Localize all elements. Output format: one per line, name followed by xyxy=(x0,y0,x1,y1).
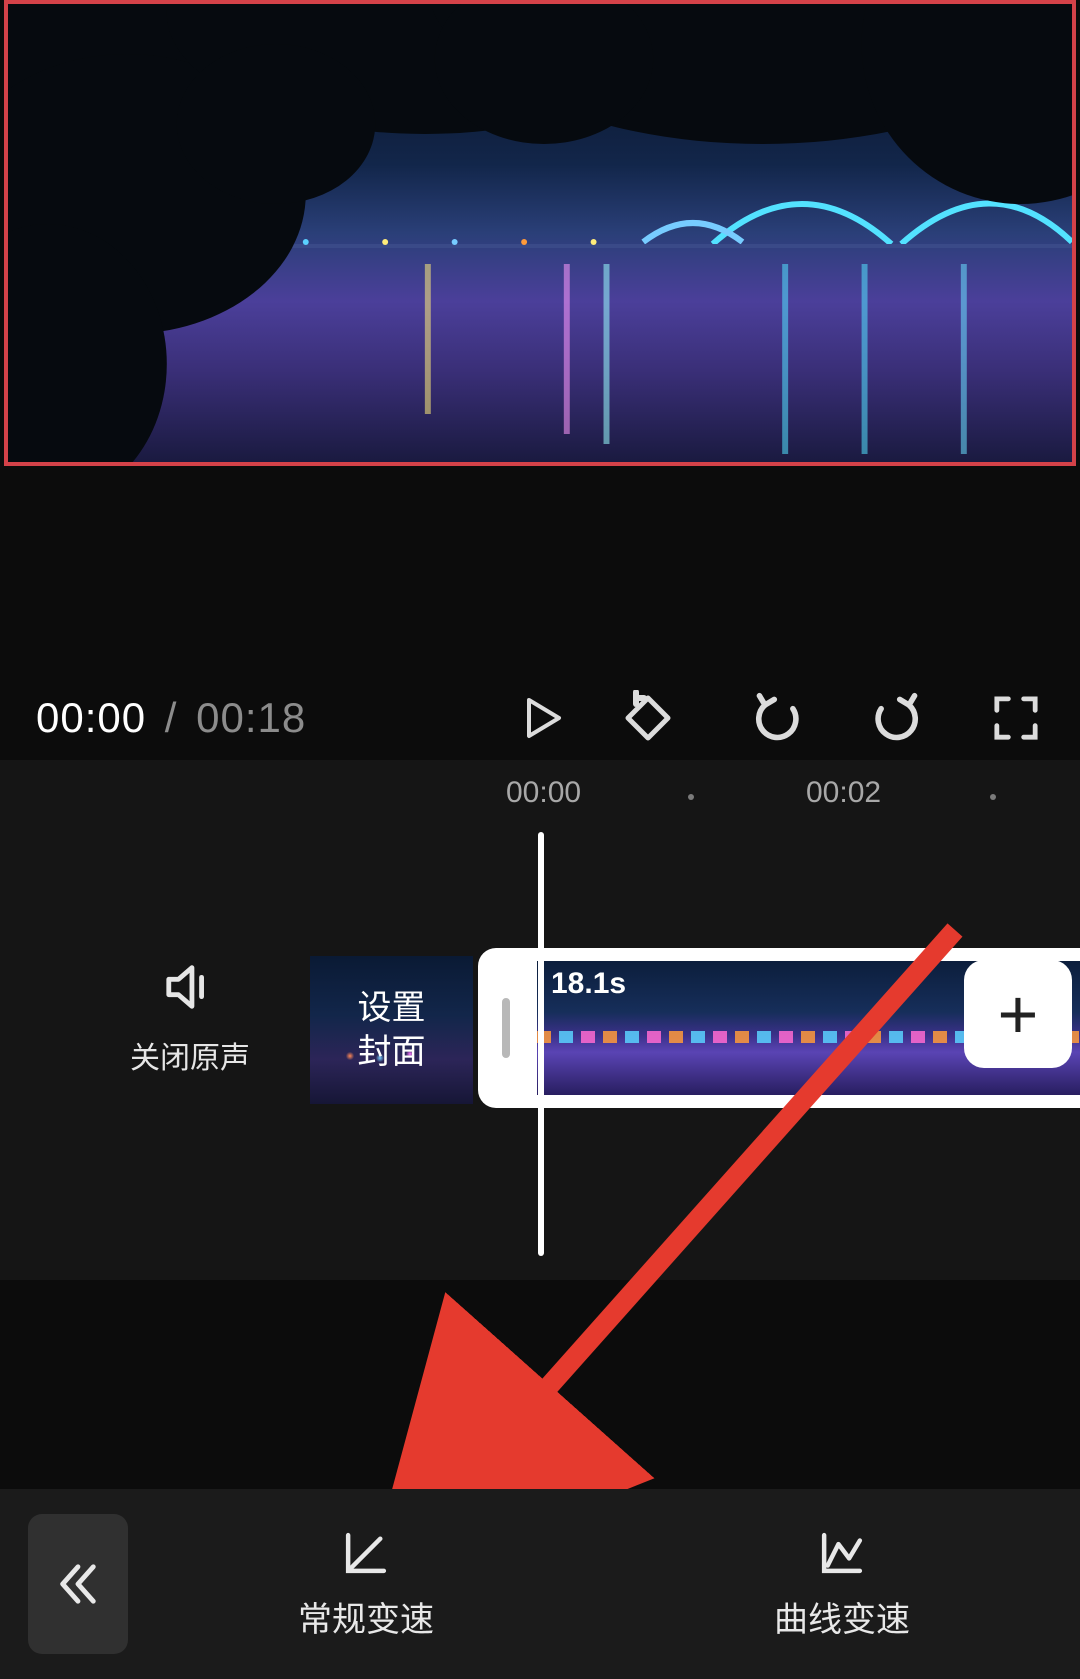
bottom-toolbar: 常规变速 曲线变速 xyxy=(0,1489,1080,1679)
keyframe-button[interactable] xyxy=(620,690,676,746)
speed-curve-icon xyxy=(817,1528,867,1578)
timeline[interactable]: 00:00 00:02 关闭原声 设置 封面 18.1s + xyxy=(0,760,1080,1280)
undo-icon xyxy=(752,692,804,744)
curve-speed-button[interactable]: 曲线变速 xyxy=(604,1489,1080,1679)
mute-original-sound-button[interactable]: 关闭原声 xyxy=(130,960,250,1077)
playhead[interactable] xyxy=(538,832,544,1256)
mute-label: 关闭原声 xyxy=(130,1033,250,1077)
plus-icon: + xyxy=(998,974,1039,1054)
normal-speed-label: 常规变速 xyxy=(298,1592,434,1641)
timeline-ruler: 00:00 00:02 xyxy=(0,776,1080,816)
speaker-icon xyxy=(163,960,217,1014)
fullscreen-icon xyxy=(993,695,1039,741)
timecode-separator: / xyxy=(165,694,178,741)
redo-button[interactable] xyxy=(868,690,924,746)
timecode-total: 00:18 xyxy=(196,694,306,741)
ruler-dot xyxy=(990,794,996,800)
keyframe-icon xyxy=(620,690,676,746)
clip-handle-left[interactable] xyxy=(478,948,534,1108)
play-icon xyxy=(523,696,563,740)
set-cover-button[interactable]: 设置 封面 xyxy=(310,956,473,1104)
timecode: 00:00 / 00:18 xyxy=(36,694,306,742)
undo-button[interactable] xyxy=(750,690,806,746)
speed-normal-icon xyxy=(341,1528,391,1578)
timecode-current: 00:00 xyxy=(36,694,146,741)
ruler-tick-2: 00:02 xyxy=(806,776,881,810)
curve-speed-label: 曲线变速 xyxy=(774,1592,910,1641)
normal-speed-button[interactable]: 常规变速 xyxy=(128,1489,604,1679)
play-button[interactable] xyxy=(518,693,568,743)
ruler-tick-0: 00:00 xyxy=(506,776,581,810)
transport-bar: 00:00 / 00:18 xyxy=(0,678,1080,758)
clip-duration: 18.1s xyxy=(551,967,626,1001)
ruler-dot xyxy=(688,794,694,800)
add-clip-button[interactable]: + xyxy=(964,960,1072,1068)
video-preview[interactable] xyxy=(4,0,1076,466)
cover-label: 设置 封面 xyxy=(358,986,426,1074)
double-chevron-left-icon xyxy=(55,1561,101,1607)
redo-icon xyxy=(870,692,922,744)
back-button[interactable] xyxy=(28,1514,128,1654)
fullscreen-button[interactable] xyxy=(990,692,1042,744)
